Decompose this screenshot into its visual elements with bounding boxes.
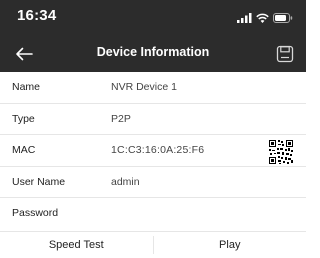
save-icon bbox=[276, 45, 294, 63]
qr-code-button[interactable] bbox=[268, 139, 294, 165]
mac-label: MAC bbox=[12, 144, 36, 156]
name-row: Name NVR Device 1 bbox=[0, 72, 306, 104]
qr-code-icon bbox=[268, 139, 294, 165]
page-title: Device Information bbox=[96, 45, 210, 59]
mac-row: MAC 1C:C3:16:0A:25:F6 bbox=[0, 135, 306, 167]
mac-value: 1C:C3:16:0A:25:F6 bbox=[111, 144, 205, 156]
status-bar: 16:34 bbox=[0, 0, 306, 36]
password-label: Password bbox=[12, 207, 59, 219]
action-bar: Speed Test Play bbox=[0, 231, 306, 258]
type-value: P2P bbox=[111, 112, 131, 125]
status-time: 16:34 bbox=[17, 7, 57, 24]
save-button[interactable] bbox=[270, 39, 300, 69]
device-information-screen: 16:34 Device Information Name NVR Device… bbox=[0, 0, 306, 258]
password-row: Password bbox=[0, 198, 306, 228]
name-label: Name bbox=[12, 81, 41, 93]
status-icons bbox=[237, 12, 293, 24]
type-label: Type bbox=[12, 112, 35, 125]
name-value[interactable]: NVR Device 1 bbox=[111, 81, 177, 93]
cellular-signal-icon bbox=[237, 13, 252, 23]
password-field[interactable] bbox=[111, 204, 291, 222]
play-button[interactable]: Play bbox=[153, 232, 306, 258]
header: 16:34 Device Information bbox=[0, 0, 306, 72]
device-info-list: Name NVR Device 1 Type P2P MAC 1C:C3:16:… bbox=[0, 72, 306, 228]
battery-icon bbox=[273, 13, 293, 23]
type-row: Type P2P bbox=[0, 104, 306, 135]
nav-bar: Device Information bbox=[0, 36, 306, 72]
speed-test-button[interactable]: Speed Test bbox=[0, 232, 153, 258]
wifi-icon bbox=[256, 13, 269, 23]
username-value[interactable]: admin bbox=[111, 176, 140, 188]
username-label: User Name bbox=[12, 175, 66, 188]
username-row: User Name admin bbox=[0, 167, 306, 198]
